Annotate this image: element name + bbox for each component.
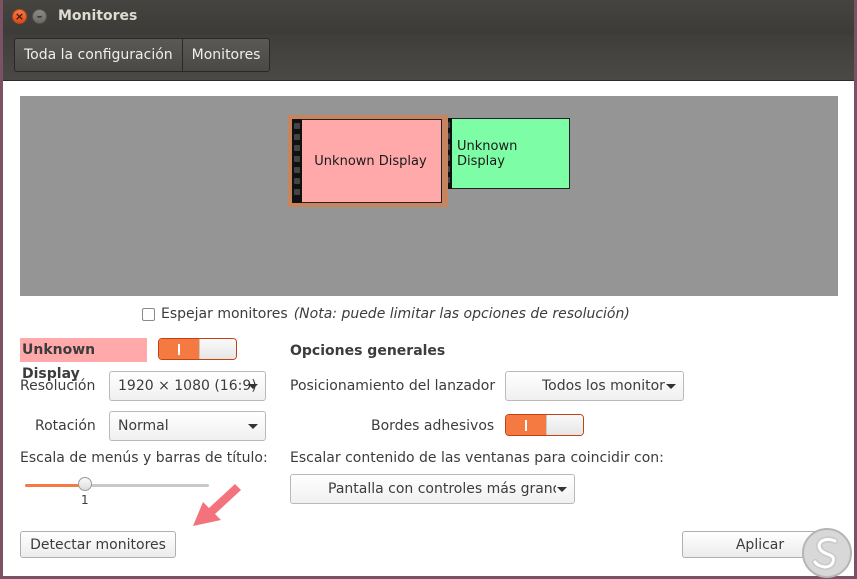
mirror-checkbox[interactable]: [142, 307, 155, 321]
scale-windows-value: Pantalla con controles más grandes: [328, 481, 556, 497]
scale-slider-value: 1: [81, 493, 89, 507]
rotation-select[interactable]: Normal: [109, 411, 266, 441]
mirror-note: (Nota: puede limitar las opciones de res…: [293, 306, 630, 322]
scale-slider-fill: [25, 484, 85, 487]
arrow-pointer-icon: [193, 484, 241, 526]
solvetic-logo-icon: [802, 528, 852, 578]
monitor-primary[interactable]: Unknown Display: [299, 119, 442, 203]
sticky-edges-label: Bordes adhesivos: [371, 418, 495, 434]
monitor-secondary-label: Unknown Display: [457, 138, 518, 169]
monitor-primary-filmstrip-icon: [292, 119, 302, 203]
close-icon[interactable]: ×: [12, 9, 27, 24]
scale-label: Escala de menús y barras de título:: [20, 450, 268, 466]
chevron-down-icon: [666, 384, 676, 389]
chevron-down-icon: [557, 487, 567, 492]
resolution-value: 1920 × 1080 (16:9): [118, 378, 257, 394]
scale-windows-label: Escalar contenido de las ventanas para c…: [290, 450, 664, 466]
breadcrumb: Toda la configuración Monitores: [14, 38, 271, 72]
selected-display-name: Unknown Display: [20, 338, 147, 382]
display-enable-toggle[interactable]: [158, 338, 237, 360]
detect-monitors-button[interactable]: Detectar monitores: [20, 531, 176, 558]
window-title: Monitores: [58, 8, 138, 24]
general-options-heading: Opciones generales: [290, 343, 446, 359]
breadcrumb-all-settings[interactable]: Toda la configuración: [15, 39, 183, 71]
sticky-edges-toggle[interactable]: [505, 414, 584, 436]
chevron-down-icon: [248, 384, 258, 389]
monitor-arrangement-area[interactable]: Unknown Display Unknown Display: [20, 96, 838, 296]
rotation-label: Rotación: [35, 418, 96, 434]
detect-monitors-label: Detectar monitores: [30, 536, 166, 553]
monitor-primary-label: Unknown Display: [314, 153, 427, 169]
scale-windows-select[interactable]: Pantalla con controles más grandes: [290, 474, 575, 504]
rotation-value: Normal: [118, 418, 169, 434]
launcher-placement-value: Todos los monitores: [542, 378, 665, 394]
scale-slider-handle[interactable]: [78, 477, 92, 491]
breadcrumb-monitors[interactable]: Monitores: [183, 39, 270, 71]
minimize-icon[interactable]: –: [32, 9, 47, 24]
apply-label: Aplicar: [735, 536, 785, 553]
settings-window: × – Monitores Toda la configuración Moni…: [0, 0, 857, 579]
toolbar: Toda la configuración Monitores: [3, 34, 854, 81]
launcher-placement-label: Posicionamiento del lanzador: [290, 378, 496, 394]
chevron-down-icon: [248, 424, 258, 429]
launcher-placement-select[interactable]: Todos los monitores: [505, 371, 684, 401]
mirror-displays-option[interactable]: Espejar monitores (Nota: puede limitar l…: [142, 306, 630, 322]
resolution-select[interactable]: 1920 × 1080 (16:9): [109, 371, 266, 401]
monitor-secondary[interactable]: Unknown Display: [442, 118, 570, 189]
mirror-label: Espejar monitores: [161, 306, 288, 322]
resolution-label: Resolución: [20, 378, 96, 394]
title-bar: × – Monitores: [3, 0, 854, 34]
